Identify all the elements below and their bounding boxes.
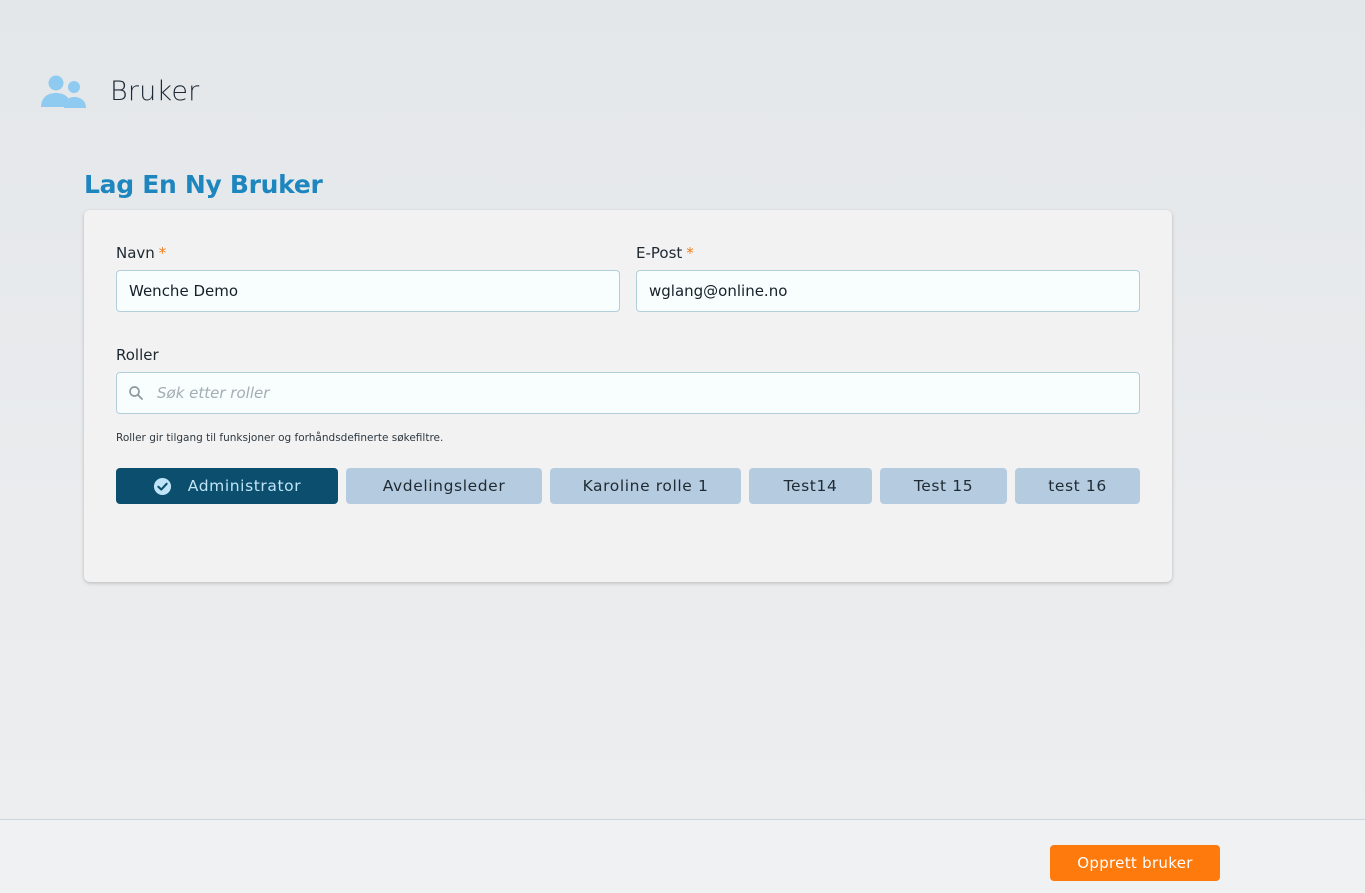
create-user-card: Navn * Wenche Demo E-Post * wglang@online.… <box>84 210 1172 582</box>
email-label: E-Post * <box>636 244 694 262</box>
required-marker: * <box>158 244 167 262</box>
role-chip-test-15[interactable]: Test 15 <box>880 468 1007 504</box>
role-chip-test-16[interactable]: test 16 <box>1015 468 1140 504</box>
email-label-text: E-Post <box>636 244 683 262</box>
name-field[interactable]: Wenche Demo <box>116 270 620 312</box>
role-chip-label: Karoline rolle 1 <box>582 477 709 495</box>
users-icon <box>41 75 86 108</box>
email-field-value: wglang@online.no <box>649 282 788 300</box>
roles-hint: Roller gir tilgang til funksjoner og for… <box>116 432 444 444</box>
roles-label: Roller <box>116 346 159 364</box>
roles-search-input[interactable]: Søk etter roller <box>116 372 1140 414</box>
page-header: Bruker <box>40 70 199 112</box>
role-chip-administrator[interactable]: Administrator <box>116 468 338 504</box>
required-marker: * <box>686 244 694 262</box>
role-chip-label: Test14 <box>783 477 838 495</box>
role-chip-avdelingsleder[interactable]: Avdelingsleder <box>346 468 542 504</box>
name-field-value: Wenche Demo <box>129 282 239 300</box>
name-label: Navn * <box>116 244 166 262</box>
role-chip-karoline-rolle-1[interactable]: Karoline rolle 1 <box>550 468 741 504</box>
search-icon <box>129 386 143 400</box>
role-chip-test14[interactable]: Test14 <box>749 468 872 504</box>
name-label-text: Navn <box>116 244 155 262</box>
role-chip-label: Administrator <box>187 477 302 495</box>
role-chip-label: test 16 <box>1048 477 1107 495</box>
role-chip-label: Test 15 <box>913 477 974 495</box>
roles-search-placeholder: Søk etter roller <box>157 384 270 402</box>
role-chip-label: Avdelingsleder <box>382 477 506 495</box>
check-circle-icon <box>153 477 171 495</box>
form-heading: Lag En Ny Bruker <box>84 170 323 199</box>
page-title: Bruker <box>110 75 200 107</box>
email-field[interactable]: wglang@online.no <box>636 270 1140 312</box>
footer-bar: Opprett bruker <box>0 819 1365 893</box>
create-user-button[interactable]: Opprett bruker <box>1050 845 1220 881</box>
